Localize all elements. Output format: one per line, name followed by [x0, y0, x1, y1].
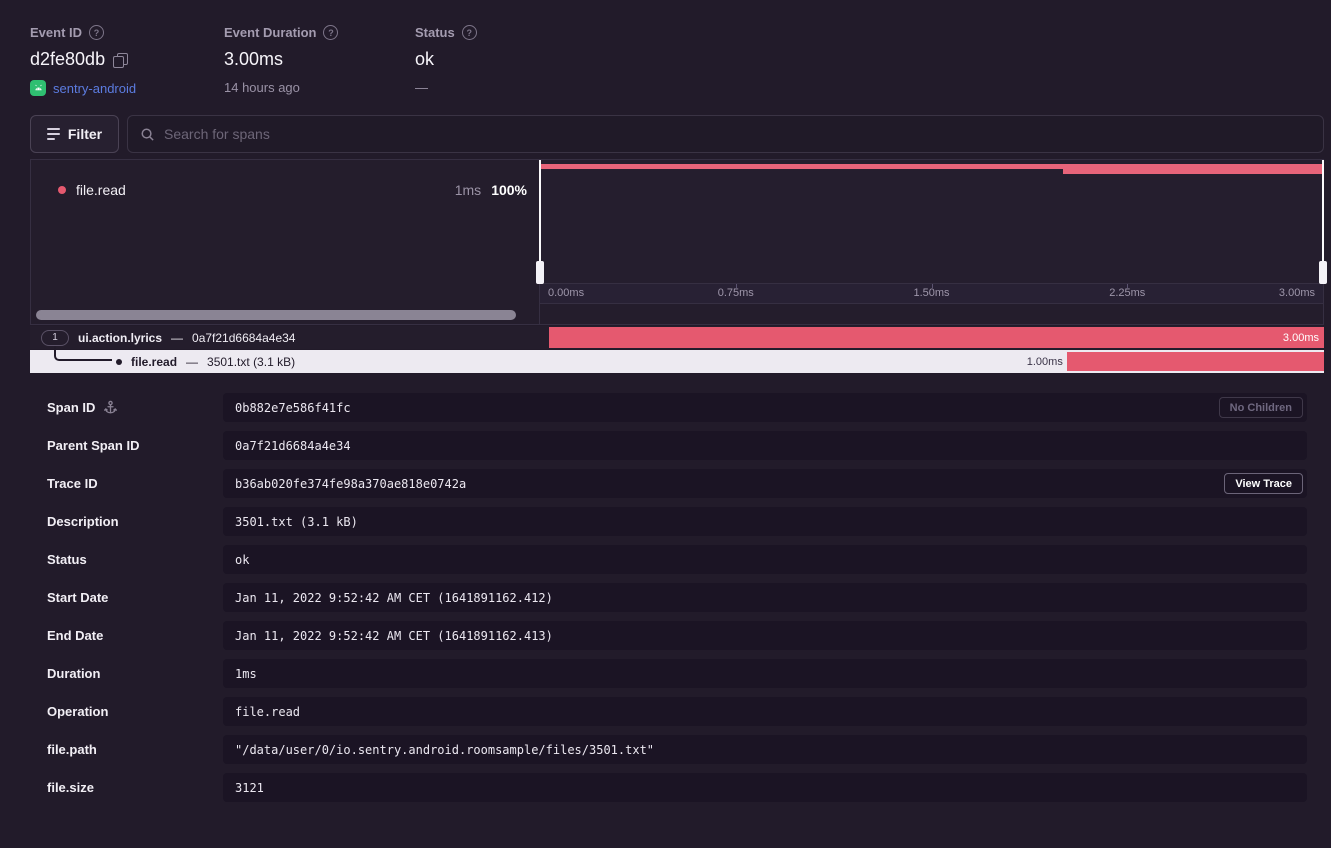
detail-label: Parent Span ID [47, 438, 139, 453]
help-icon[interactable]: ? [89, 25, 104, 40]
horizontal-scrollbar[interactable] [36, 310, 516, 320]
event-duration-ago: 14 hours ago [224, 80, 300, 95]
span-description: 3501.txt (3.1 kB) [207, 355, 295, 369]
detail-label: Span ID [47, 400, 95, 415]
detail-value: file.read [223, 697, 1307, 726]
detail-label: Status [47, 552, 87, 567]
detail-label: file.path [47, 742, 97, 757]
no-children-button[interactable]: No Children [1219, 397, 1303, 418]
status-label: Status [415, 25, 455, 40]
spans-minimap-widget: file.read 1ms 100% 0.00ms 0.75ms 1.50ms … [30, 159, 1324, 325]
separator: — [171, 331, 183, 345]
search-box [127, 115, 1324, 153]
detail-value: Jan 11, 2022 9:52:42 AM CET (1641891162.… [223, 583, 1307, 612]
detail-row: Span ID 0b882e7e586f41fc No Children [30, 393, 1324, 422]
span-duration-bar[interactable] [1067, 352, 1324, 371]
span-details: Span ID 0b882e7e586f41fc No Children Par… [30, 393, 1324, 802]
detail-value: 1ms [223, 659, 1307, 688]
detail-row: Operation file.read [30, 697, 1324, 726]
span-duration-label: 1.00ms [1027, 350, 1063, 373]
anchor-icon[interactable] [103, 400, 118, 415]
detail-row: End Date Jan 11, 2022 9:52:42 AM CET (16… [30, 621, 1324, 650]
operation-color-dot [58, 186, 66, 194]
operations-breakdown-panel: file.read 1ms 100% [31, 160, 540, 324]
span-waterfall: 1 ui.action.lyrics — 0a7f21d6684a4e34 3.… [30, 326, 1324, 373]
project-link[interactable]: sentry-android [53, 81, 136, 96]
detail-row: Status ok [30, 545, 1324, 574]
copy-icon[interactable] [113, 53, 127, 67]
status-value: ok [415, 49, 434, 70]
axis-tick-label: 0.75ms [718, 287, 754, 299]
detail-value: 0b882e7e586f41fc No Children [223, 393, 1307, 422]
help-icon[interactable]: ? [323, 25, 338, 40]
event-header: Event ID ? d2fe80db sentry-android Event… [0, 0, 1331, 96]
detail-label: Start Date [47, 590, 108, 605]
detail-label: End Date [47, 628, 103, 643]
operation-duration: 1ms [455, 182, 481, 198]
time-axis: 0.00ms 0.75ms 1.50ms 2.25ms 3.00ms [540, 283, 1323, 304]
span-timeline: 3.00ms [549, 326, 1324, 349]
event-duration-block: Event Duration ? 3.00ms 14 hours ago [224, 25, 415, 96]
span-row-root[interactable]: 1 ui.action.lyrics — 0a7f21d6684a4e34 3.… [30, 326, 1324, 349]
minimap-span-bar [1063, 169, 1323, 174]
event-duration-label: Event Duration [224, 25, 316, 40]
detail-row: Parent Span ID 0a7f21d6684a4e34 [30, 431, 1324, 460]
detail-label: Operation [47, 704, 108, 719]
operation-name: file.read [76, 182, 126, 198]
span-row-selected[interactable]: file.read — 3501.txt (3.1 kB) 1.00ms [30, 350, 1324, 373]
detail-value: ok [223, 545, 1307, 574]
detail-label: file.size [47, 780, 94, 795]
event-id-block: Event ID ? d2fe80db sentry-android [30, 25, 224, 96]
view-trace-button[interactable]: View Trace [1224, 473, 1303, 494]
viewport-drag-handle-right[interactable] [1322, 160, 1324, 283]
viewport-drag-handle-left[interactable] [539, 160, 541, 283]
span-duration-label: 3.00ms [1283, 332, 1319, 344]
span-timeline: 1.00ms [549, 350, 1324, 373]
detail-label: Duration [47, 666, 100, 681]
axis-tick-label: 2.25ms [1109, 287, 1145, 299]
detail-value: "/data/user/0/io.sentry.android.roomsamp… [223, 735, 1307, 764]
detail-value: 3501.txt (3.1 kB) [223, 507, 1307, 536]
span-description: 0a7f21d6684a4e34 [192, 331, 295, 345]
detail-row: Duration 1ms [30, 659, 1324, 688]
detail-row: file.size 3121 [30, 773, 1324, 802]
span-operation: ui.action.lyrics [78, 331, 162, 345]
children-count-pill[interactable]: 1 [41, 330, 69, 346]
span-operation: file.read [131, 355, 177, 369]
help-icon[interactable]: ? [462, 25, 477, 40]
detail-value: 0a7f21d6684a4e34 [223, 431, 1307, 460]
separator: — [186, 355, 198, 369]
filter-button-label: Filter [68, 126, 102, 142]
trace-minimap[interactable] [540, 160, 1323, 283]
operation-breakdown-row: file.read 1ms 100% [31, 179, 539, 201]
filter-icon [47, 128, 60, 140]
search-input[interactable] [164, 126, 1311, 142]
event-duration-value: 3.00ms [224, 49, 283, 70]
axis-tick-label: 3.00ms [1279, 287, 1315, 299]
detail-row: file.path "/data/user/0/io.sentry.androi… [30, 735, 1324, 764]
detail-row: Start Date Jan 11, 2022 9:52:42 AM CET (… [30, 583, 1324, 612]
minimap-column: 0.00ms 0.75ms 1.50ms 2.25ms 3.00ms [540, 160, 1323, 324]
operation-percent: 100% [491, 182, 527, 198]
detail-value: Jan 11, 2022 9:52:42 AM CET (1641891162.… [223, 621, 1307, 650]
search-icon [140, 127, 155, 142]
detail-label: Description [47, 514, 119, 529]
detail-value: 3121 [223, 773, 1307, 802]
spans-toolbar: Filter [30, 115, 1324, 153]
detail-row: Trace ID b36ab020fe374fe98a370ae818e0742… [30, 469, 1324, 498]
event-id-value: d2fe80db [30, 49, 105, 70]
event-id-label: Event ID [30, 25, 82, 40]
filter-button[interactable]: Filter [30, 115, 119, 153]
status-sub: — [415, 80, 428, 95]
detail-row: Description 3501.txt (3.1 kB) [30, 507, 1324, 536]
detail-label: Trace ID [47, 476, 98, 491]
axis-tick-label: 1.50ms [913, 287, 949, 299]
android-platform-icon [30, 80, 46, 96]
axis-tick-label: 0.00ms [548, 287, 584, 299]
detail-value: b36ab020fe374fe98a370ae818e0742a View Tr… [223, 469, 1307, 498]
status-block: Status ? ok — [415, 25, 477, 96]
span-duration-bar[interactable]: 3.00ms [549, 327, 1324, 348]
